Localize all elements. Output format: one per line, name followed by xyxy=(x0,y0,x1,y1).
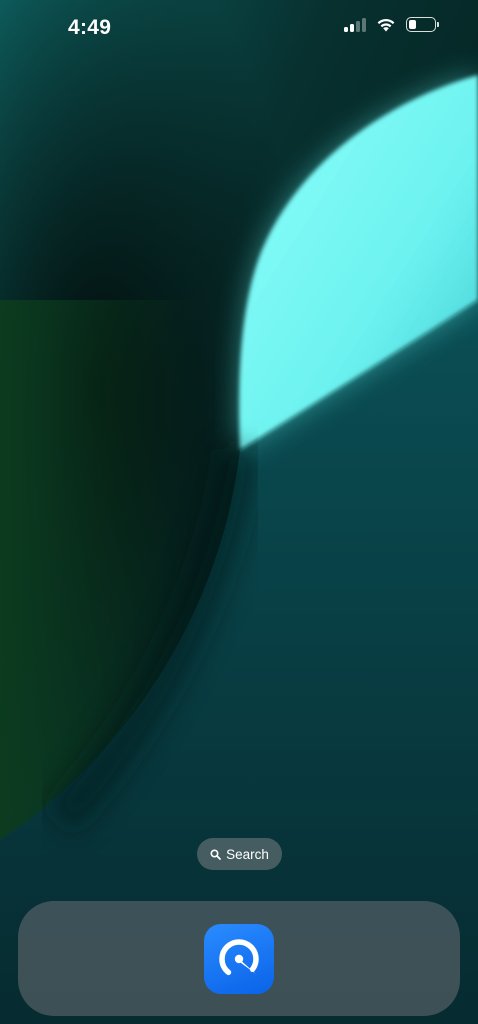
magnifier-icon xyxy=(210,848,222,860)
battery-cap xyxy=(437,22,439,27)
cellular-signal-icon xyxy=(344,17,366,32)
wallpaper xyxy=(0,0,478,1024)
status-time: 4:49 xyxy=(68,16,112,39)
dock xyxy=(18,901,460,1016)
signal-bar xyxy=(356,20,360,32)
wifi-icon xyxy=(377,18,395,32)
status-bar: 4:49 xyxy=(0,0,478,56)
speedometer-app-icon[interactable] xyxy=(204,924,274,994)
battery-level xyxy=(409,20,416,29)
search-button[interactable]: Search xyxy=(197,838,282,870)
speedometer-glyph-icon xyxy=(219,939,259,979)
signal-bar xyxy=(362,17,366,32)
home-screen: 4:49 Search xyxy=(0,0,478,1024)
battery-icon xyxy=(406,17,439,32)
status-icons xyxy=(344,17,439,32)
signal-bar xyxy=(350,23,354,32)
signal-bar xyxy=(344,26,348,32)
search-label: Search xyxy=(226,846,269,862)
